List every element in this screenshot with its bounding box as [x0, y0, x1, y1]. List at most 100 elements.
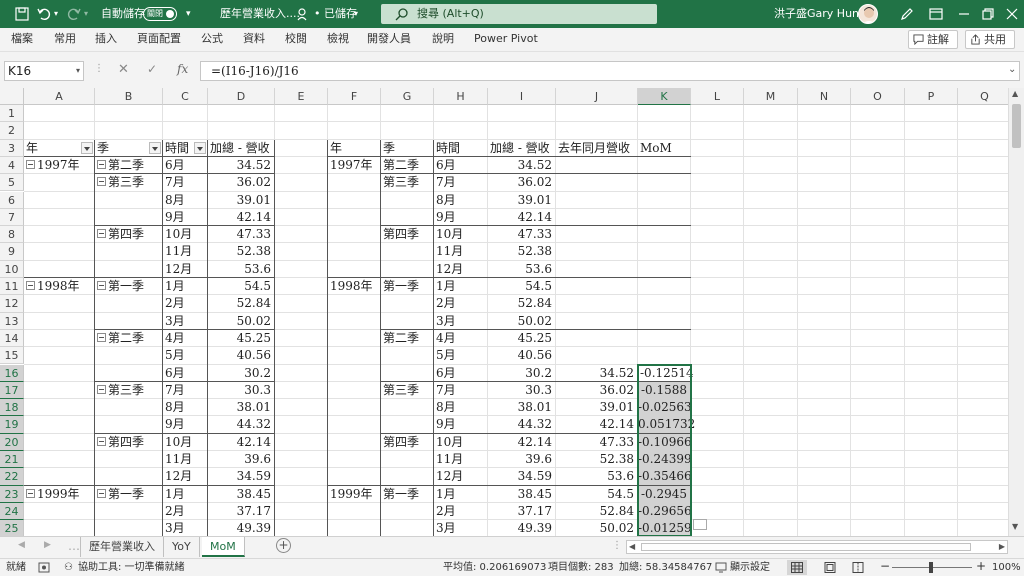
table-month-cell[interactable]: 1月 — [436, 278, 486, 295]
tab-page-layout[interactable]: 頁面配置 — [137, 28, 181, 50]
table-value-cell[interactable]: 53.6 — [490, 261, 554, 278]
row-header-2[interactable]: 2 — [0, 122, 24, 140]
row-header-21[interactable]: 21 — [0, 451, 24, 469]
page-break-view-icon[interactable] — [852, 562, 864, 573]
collapse-icon[interactable] — [97, 281, 106, 290]
user-name[interactable]: 洪子盛Gary Hung — [774, 0, 866, 28]
row-header-5[interactable]: 5 — [0, 174, 24, 192]
pivot-month-cell[interactable]: 2月 — [165, 503, 206, 520]
column-header-i[interactable]: I — [488, 88, 556, 105]
select-all-corner[interactable] — [0, 88, 24, 105]
table-prev-year-cell[interactable]: 36.02 — [558, 382, 636, 399]
table-value-cell[interactable]: 52.38 — [490, 243, 554, 260]
redo-dropdown-icon[interactable]: ▾ — [84, 0, 88, 28]
row-header-20[interactable]: 20 — [0, 433, 24, 451]
collapse-icon[interactable] — [97, 436, 106, 446]
table-quarter-cell[interactable]: 第二季 — [383, 330, 432, 347]
pen-icon[interactable] — [899, 6, 915, 22]
display-settings-button[interactable]: 顯示設定 — [730, 559, 770, 576]
pivot-month-cell[interactable]: 10月 — [165, 226, 206, 243]
tab-developer[interactable]: 開發人員 — [367, 28, 411, 50]
zoom-out-icon[interactable]: − — [880, 558, 890, 575]
table-value-cell[interactable]: 38.45 — [490, 486, 554, 503]
table-month-cell[interactable]: 12月 — [436, 468, 486, 485]
tab-review[interactable]: 校閱 — [285, 28, 307, 50]
share-button[interactable]: 共用 — [965, 30, 1015, 49]
pivot-value-cell[interactable]: 37.17 — [210, 503, 273, 520]
pivot-month-cell[interactable]: 5月 — [165, 347, 206, 364]
zoom-level[interactable]: 100% — [992, 559, 1021, 576]
pivot-quarter-cell[interactable]: 第一季 — [97, 486, 161, 503]
file-name[interactable]: 歷年營業收入.... — [220, 0, 300, 28]
expand-formula-bar-icon[interactable]: ⌄ — [1008, 64, 1016, 75]
pivot-value-cell[interactable]: 39.01 — [210, 192, 273, 209]
tab-insert[interactable]: 插入 — [95, 28, 117, 50]
pivot-month-cell[interactable]: 4月 — [165, 330, 206, 347]
minimize-icon[interactable] — [956, 6, 972, 22]
table-month-cell[interactable]: 7月 — [436, 382, 486, 399]
table-value-cell[interactable]: 30.2 — [490, 365, 554, 382]
table-value-cell[interactable]: 34.52 — [490, 157, 554, 174]
redo-icon[interactable] — [66, 6, 82, 22]
column-header-k[interactable]: K — [638, 88, 691, 105]
table-month-cell[interactable]: 3月 — [436, 313, 486, 330]
tab-home[interactable]: 常用 — [54, 28, 76, 50]
column-header-a[interactable]: A — [24, 88, 95, 105]
table-month-cell[interactable]: 1月 — [436, 486, 486, 503]
pivot-value-cell[interactable]: 39.6 — [210, 451, 273, 468]
close-icon[interactable] — [1004, 6, 1020, 22]
table-header-quarter[interactable]: 季 — [383, 140, 432, 157]
pivot-month-cell[interactable]: 12月 — [165, 468, 206, 485]
pivot-month-cell[interactable]: 9月 — [165, 416, 206, 433]
row-header-4[interactable]: 4 — [0, 156, 24, 175]
row-header-18[interactable]: 18 — [0, 399, 24, 417]
pivot-value-cell[interactable]: 42.14 — [210, 434, 273, 451]
table-month-cell[interactable]: 11月 — [436, 451, 486, 468]
table-quarter-cell[interactable]: 第一季 — [383, 278, 432, 295]
table-value-cell[interactable]: 50.02 — [490, 313, 554, 330]
column-header-l[interactable]: L — [691, 88, 744, 105]
sensitivity-icon[interactable] — [296, 6, 312, 22]
table-value-cell[interactable]: 34.59 — [490, 468, 554, 485]
table-value-cell[interactable]: 42.14 — [490, 434, 554, 451]
table-value-cell[interactable]: 47.33 — [490, 226, 554, 243]
row-header-11[interactable]: 11 — [0, 278, 24, 296]
table-value-cell[interactable]: 38.01 — [490, 399, 554, 416]
page-layout-view-icon[interactable] — [824, 562, 836, 573]
pivot-month-cell[interactable]: 6月 — [165, 365, 206, 382]
pivot-quarter-cell[interactable]: 第三季 — [97, 174, 161, 191]
tab-split-handle[interactable]: ⋮ — [612, 540, 622, 551]
vertical-scrollbar[interactable]: ▲ ▼ — [1008, 88, 1024, 536]
autosave-toggle[interactable]: 關閉 — [143, 7, 177, 21]
pivot-value-cell[interactable]: 34.52 — [210, 157, 273, 174]
table-value-cell[interactable]: 52.84 — [490, 295, 554, 312]
average-value[interactable]: 平均值: 0.206169073 — [443, 559, 546, 576]
accessibility-status[interactable]: 協助工具: 一切準備就緒 — [78, 559, 185, 576]
column-header-e[interactable]: E — [275, 88, 328, 105]
filter-dropdown-time-icon[interactable] — [194, 141, 206, 154]
table-value-cell[interactable]: 39.01 — [490, 192, 554, 209]
search-box[interactable]: 搜尋 (Alt+Q) — [381, 4, 657, 24]
zoom-in-icon[interactable]: + — [976, 558, 986, 575]
table-month-cell[interactable]: 10月 — [436, 434, 486, 451]
pivot-month-cell[interactable]: 6月 — [165, 157, 206, 174]
row-header-14[interactable]: 14 — [0, 329, 24, 348]
table-prev-year-cell[interactable]: 50.02 — [558, 520, 636, 536]
row-header-24[interactable]: 24 — [0, 502, 24, 521]
table-month-cell[interactable]: 6月 — [436, 365, 486, 382]
table-value-cell[interactable]: 45.25 — [490, 330, 554, 347]
count-value[interactable]: 項目個數: 283 — [548, 559, 614, 576]
pivot-value-cell[interactable]: 47.33 — [210, 226, 273, 243]
sheet-tabs-more-icon[interactable]: … — [68, 539, 80, 553]
scroll-down-icon[interactable]: ▼ — [1012, 522, 1018, 531]
table-value-cell[interactable]: 42.14 — [490, 209, 554, 226]
table-value-cell[interactable]: 54.5 — [490, 278, 554, 295]
table-header-time[interactable]: 時間 — [436, 140, 486, 157]
restore-icon[interactable] — [980, 6, 996, 22]
scroll-right-icon[interactable]: ▶ — [999, 541, 1005, 553]
table-month-cell[interactable]: 7月 — [436, 174, 486, 191]
pivot-month-cell[interactable]: 7月 — [165, 174, 206, 191]
tab-formulas[interactable]: 公式 — [201, 28, 223, 50]
table-prev-year-cell[interactable]: 53.6 — [558, 468, 636, 485]
pivot-month-cell[interactable]: 11月 — [165, 451, 206, 468]
